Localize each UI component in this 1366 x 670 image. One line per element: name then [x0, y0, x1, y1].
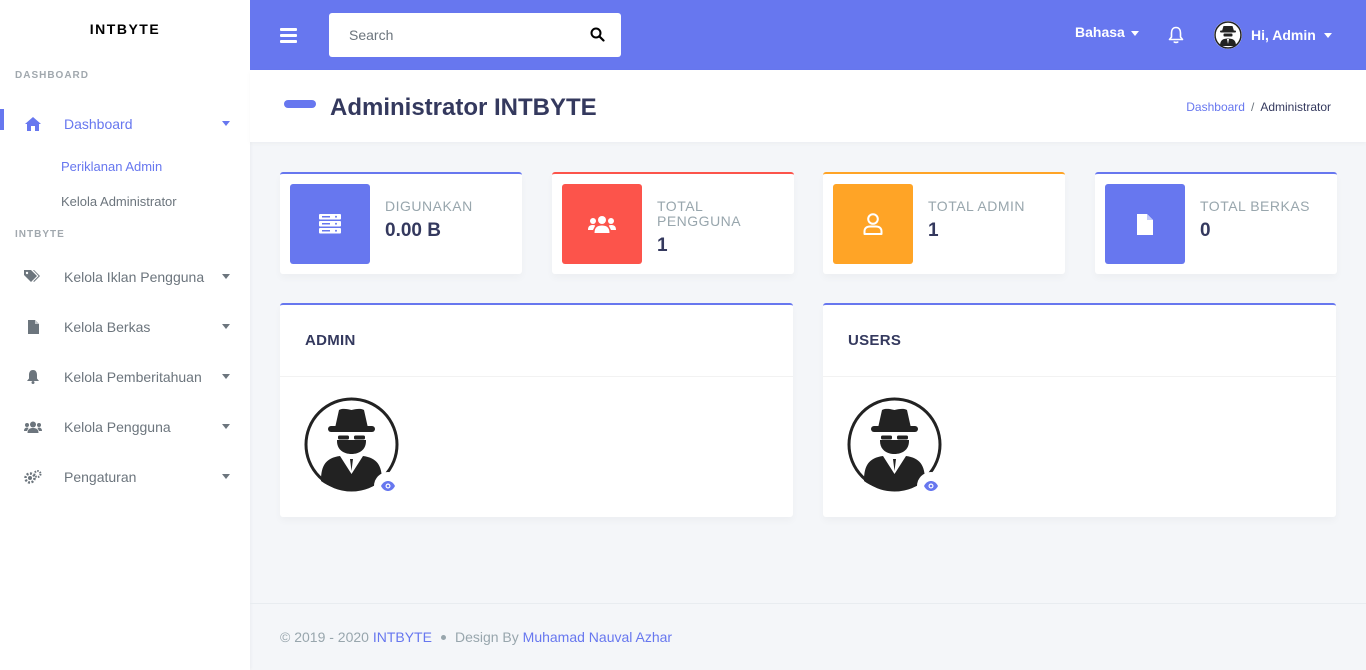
breadcrumb-current: Administrator — [1260, 100, 1331, 114]
stat-value: 0.00 B — [385, 220, 441, 241]
footer-separator — [440, 634, 446, 640]
sidebar-item-label: Kelola Iklan Pengguna — [64, 269, 205, 285]
footer-author-link[interactable]: Muhamad Nauval Azhar — [523, 629, 672, 645]
sidebar-item-dashboard[interactable]: Dashboard — [0, 99, 250, 149]
bell-icon — [24, 368, 42, 386]
chevron-down-icon — [222, 424, 230, 429]
eye-icon — [924, 481, 938, 491]
sidebar-item-label: Dashboard — [64, 116, 133, 132]
breadcrumb: Dashboard / Administrator — [1186, 100, 1331, 114]
home-icon — [24, 115, 42, 133]
sidebar-item-kelola-iklan-pengguna[interactable]: Kelola Iklan Pengguna — [0, 252, 250, 302]
stat-icon-box — [1105, 184, 1185, 264]
chevron-down-icon — [222, 474, 230, 479]
user-greeting: Hi, Admin — [1251, 27, 1316, 43]
sidebar-item-kelola-berkas[interactable]: Kelola Berkas — [0, 302, 250, 352]
language-label: Bahasa — [1075, 24, 1125, 40]
sidebar-subitem-kelola-administrator[interactable]: Kelola Administrator — [0, 184, 250, 219]
view-button[interactable] — [374, 472, 402, 500]
chevron-down-icon — [1130, 30, 1139, 36]
tags-icon — [24, 268, 42, 286]
footer: © 2019 - 2020 INTBYTE Design By Muhamad N… — [250, 603, 1366, 670]
search-input[interactable] — [329, 27, 569, 43]
menu-header-dashboard: DASHBOARD — [15, 70, 89, 81]
breadcrumb-dashboard-link[interactable]: Dashboard — [1186, 100, 1245, 114]
stat-label: TOTAL PENGGUNA — [657, 198, 742, 229]
sidebar: INTBYTE DASHBOARD Dashboard Periklanan A… — [0, 0, 250, 670]
stat-icon-box — [562, 184, 642, 264]
chevron-down-icon — [222, 121, 230, 126]
menu-toggle-icon[interactable] — [280, 28, 297, 43]
stat-value: 1 — [928, 220, 939, 241]
page-title: Administrator INTBYTE — [330, 94, 597, 121]
stat-icon-box — [290, 184, 370, 264]
users-card: USERS — [823, 303, 1336, 517]
stat-icon-box — [833, 184, 913, 264]
server-icon — [319, 214, 341, 234]
stat-card-digunakan: DIGUNAKAN 0.00 B — [280, 172, 522, 274]
sidebar-item-label: Kelola Berkas — [64, 319, 151, 335]
file-icon — [1137, 213, 1153, 235]
sidebar-brand[interactable]: INTBYTE — [0, 0, 250, 58]
users-icon — [588, 216, 616, 233]
avatar — [1214, 21, 1242, 49]
sidebar-item-label: Kelola Pengguna — [64, 419, 171, 435]
top-navbar: Bahasa Hi, Admin — [250, 0, 1366, 70]
user-icon — [863, 213, 883, 235]
language-dropdown[interactable]: Bahasa — [1075, 24, 1139, 40]
eye-icon — [381, 481, 395, 491]
chevron-down-icon — [222, 324, 230, 329]
search-icon[interactable] — [590, 27, 605, 42]
notification-bell-icon[interactable] — [1168, 26, 1184, 44]
stat-value: 1 — [657, 235, 668, 256]
users-icon — [24, 418, 42, 436]
view-button[interactable] — [917, 472, 945, 500]
user-menu-dropdown[interactable]: Hi, Admin — [1214, 21, 1332, 49]
stat-label: TOTAL ADMIN — [928, 198, 1026, 214]
stat-card-total-pengguna: TOTAL PENGGUNA 1 — [552, 172, 794, 274]
card-title: USERS — [823, 305, 1336, 377]
stat-value: 0 — [1200, 220, 1211, 241]
sidebar-item-kelola-pengguna[interactable]: Kelola Pengguna — [0, 402, 250, 452]
admin-card: ADMIN — [280, 303, 793, 517]
menu-header-intbyte: INTBYTE — [15, 229, 65, 240]
section-header: Administrator INTBYTE Dashboard / Administ… — [250, 70, 1366, 142]
sidebar-item-kelola-pemberitahuan[interactable]: Kelola Pemberitahuan — [0, 352, 250, 402]
sidebar-item-label: Pengaturan — [64, 469, 137, 485]
footer-copyright: © 2019 - 2020 — [280, 629, 369, 645]
stat-card-total-admin: TOTAL ADMIN 1 — [823, 172, 1065, 274]
stat-label: TOTAL BERKAS — [1200, 198, 1310, 214]
search-box — [329, 13, 621, 57]
sidebar-subitem-periklanan-admin[interactable]: Periklanan Admin — [0, 149, 250, 184]
chevron-down-icon — [222, 374, 230, 379]
stat-label: DIGUNAKAN — [385, 198, 473, 214]
chevron-down-icon — [1323, 32, 1332, 38]
stat-card-total-berkas: TOTAL BERKAS 0 — [1095, 172, 1337, 274]
file-icon — [24, 318, 42, 336]
footer-brand-link[interactable]: INTBYTE — [373, 629, 432, 645]
card-title: ADMIN — [280, 305, 793, 377]
sidebar-item-pengaturan[interactable]: Pengaturan — [0, 452, 250, 502]
cogs-icon — [24, 468, 42, 486]
footer-design-by: Design By — [454, 629, 519, 645]
chevron-down-icon — [222, 274, 230, 279]
sidebar-item-label: Kelola Pemberitahuan — [64, 369, 202, 385]
back-bar-icon[interactable] — [284, 100, 316, 108]
